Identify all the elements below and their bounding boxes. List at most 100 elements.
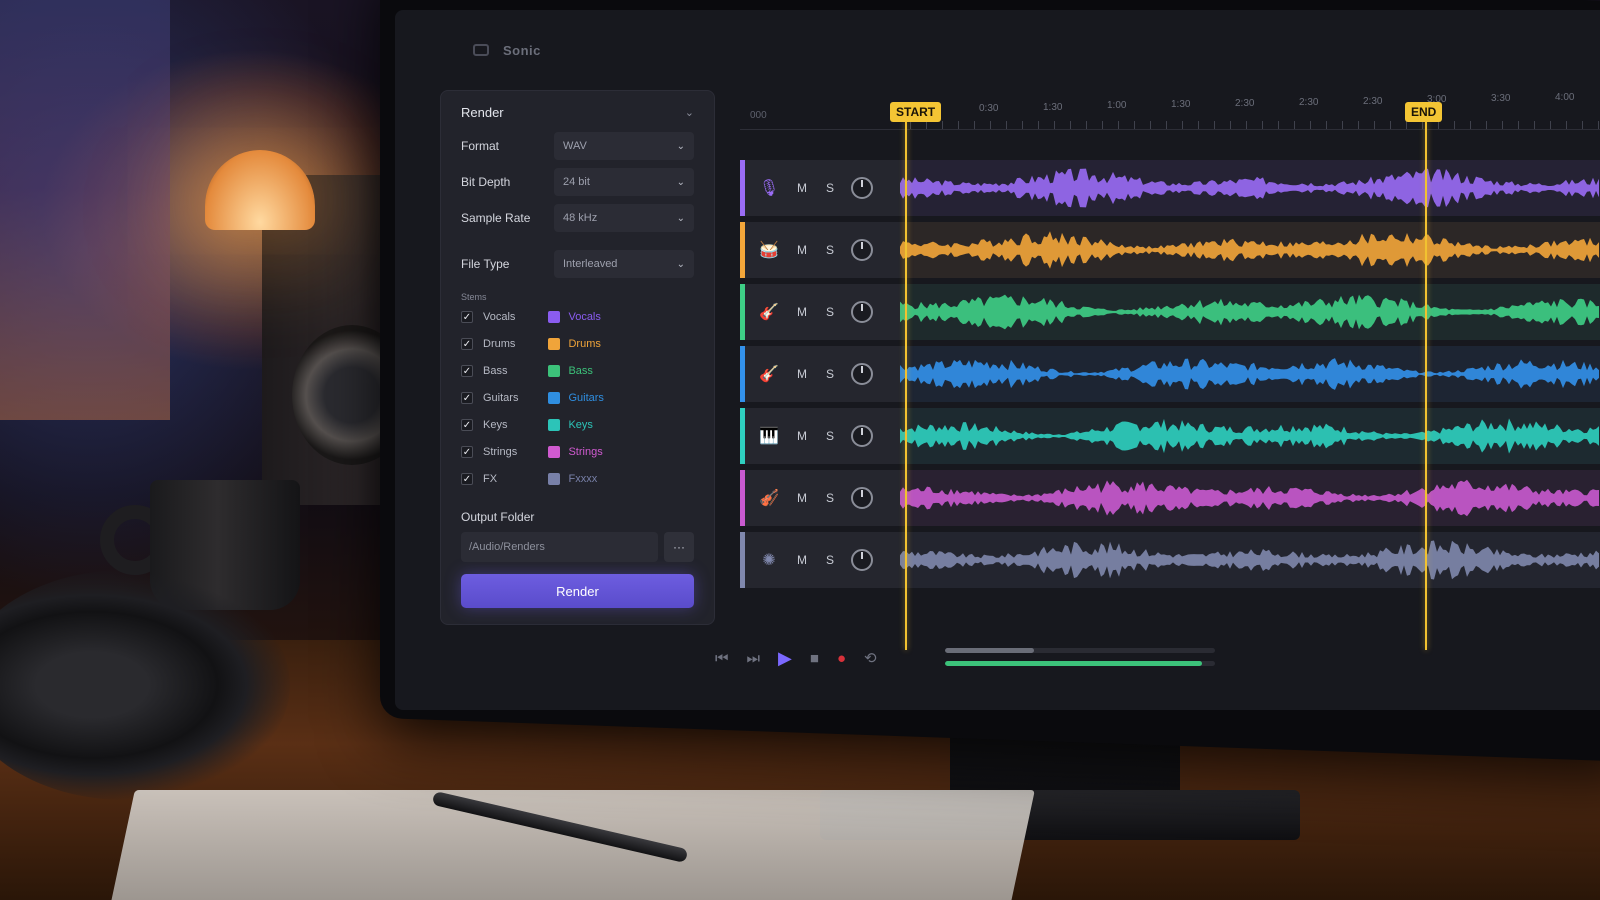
drum-icon: 🥁 [759,242,779,259]
field-row-bit-depth: Bit Depth 24 bit ⌄ [461,168,694,196]
color-swatch [548,392,561,404]
field-label: File Type [461,257,510,271]
stem-checkbox-strings[interactable]: ✓ Strings [461,443,518,461]
checkbox[interactable]: ✓ [461,365,473,377]
stem-color-bass: Bass [548,362,603,380]
pan-knob[interactable] [851,301,873,323]
track-lane[interactable] [900,408,1600,464]
ruler-tick-mark [1198,121,1199,129]
mute-button[interactable]: M [795,491,809,505]
pan-knob[interactable] [851,549,873,571]
waveform [900,408,1600,464]
checkbox[interactable]: ✓ [461,446,473,458]
color-swatch [548,473,561,485]
notebook [105,790,1035,900]
solo-button[interactable]: S [823,181,837,195]
chevron-down-icon: ⌄ [676,212,685,224]
ruler-tick-mark [1134,121,1135,129]
ruler-tick-mark [1566,121,1567,129]
pan-knob[interactable] [851,177,873,199]
mute-button[interactable]: M [795,429,809,443]
checkbox[interactable]: ✓ [461,338,473,350]
stem-checkbox-vocals[interactable]: ✓ Vocals [461,308,518,326]
stem-checkbox-drums[interactable]: ✓ Drums [461,335,518,353]
select-value: WAV [563,140,587,152]
ruler-tick-mark [1118,121,1119,129]
stem-checkbox-fx[interactable]: ✓ FX [461,470,518,488]
output-folder-input[interactable] [461,532,658,562]
track-header[interactable]: 🎻 M S [740,470,900,526]
end-marker-flag[interactable]: END [1405,102,1443,122]
level-meter [945,661,1215,666]
step-forward-icon[interactable]: ⏭ [747,650,761,667]
track-header[interactable]: ✺ M S [740,532,900,588]
render-button[interactable]: Render [461,574,694,608]
end-marker-line[interactable] [1425,120,1427,650]
track-lane[interactable] [900,284,1600,340]
stem-checkbox-guitars[interactable]: ✓ Guitars [461,389,518,407]
ruler-tick-mark [1038,121,1039,129]
mute-button[interactable]: M [795,367,809,381]
ruler-tick-mark [1598,121,1599,129]
track-header[interactable]: 🎙 M S [740,160,900,216]
mute-button[interactable]: M [795,553,809,567]
chevron-down-icon: ⌄ [676,258,685,270]
record-icon[interactable]: ● [837,650,846,667]
format-select[interactable]: WAV ⌄ [554,132,694,160]
track-header[interactable]: 🎸 M S [740,284,900,340]
track-lane[interactable] [900,346,1600,402]
time-ruler[interactable]: 000 0:000:301:301:001:302:302:302:303:00… [740,90,1600,130]
stem-checkbox-keys[interactable]: ✓ Keys [461,416,518,434]
solo-button[interactable]: S [823,553,837,567]
mute-button[interactable]: M [795,243,809,257]
start-marker-flag[interactable]: START [890,102,942,122]
ruler-tick-mark [1294,121,1295,129]
ruler-tick-label: 1:00 [1107,100,1127,112]
collapse-icon[interactable]: ⌄ [685,106,694,119]
browse-folder-button[interactable]: ··· [664,532,694,562]
ruler-tick-label: 1:30 [1043,101,1063,113]
mute-button[interactable]: M [795,181,809,195]
stop-icon[interactable]: ■ [810,650,819,667]
bit-depth-select[interactable]: 24 bit ⌄ [554,168,694,196]
track-header[interactable]: 🥁 M S [740,222,900,278]
track-lane[interactable] [900,532,1600,588]
ruler-tick-mark [1390,121,1391,129]
microphone-icon: 🎙 [758,180,780,197]
pan-knob[interactable] [851,425,873,447]
stems-list: ✓ Vocals ✓ Drums ✓ Bass ✓ Guitars ✓ Keys ✓ Strings ✓… [461,308,694,488]
stem-checkbox-bass[interactable]: ✓ Bass [461,362,518,380]
ruler-tick-label: 2:30 [1299,96,1319,108]
pan-knob[interactable] [851,239,873,261]
file-type-select[interactable]: Interleaved ⌄ [554,250,694,278]
solo-button[interactable]: S [823,429,837,443]
rewind-icon[interactable]: ⏮ [715,650,729,667]
track-lane[interactable] [900,470,1600,526]
ruler-tick-mark [1102,121,1103,129]
sample-rate-select[interactable]: 48 kHz ⌄ [554,204,694,232]
bass-guitar-icon: 🎸 [759,304,779,321]
start-marker-line[interactable] [905,120,907,650]
track-lane[interactable] [900,160,1600,216]
loop-icon[interactable]: ⟲ [864,649,877,667]
pan-knob[interactable] [851,487,873,509]
pan-knob[interactable] [851,363,873,385]
track-header[interactable]: 🎸 M S [740,346,900,402]
solo-button[interactable]: S [823,367,837,381]
checkbox[interactable]: ✓ [461,473,473,485]
render-panel-title: Render [461,105,504,120]
play-icon[interactable]: ▶ [778,648,792,669]
checkbox[interactable]: ✓ [461,392,473,404]
ruler-tick-mark [1406,121,1407,129]
checkbox[interactable]: ✓ [461,311,473,323]
track-header[interactable]: 🎹 M S [740,408,900,464]
solo-button[interactable]: S [823,305,837,319]
color-swatch [548,338,561,350]
track-lane[interactable] [900,222,1600,278]
mute-button[interactable]: M [795,305,809,319]
checkbox[interactable]: ✓ [461,419,473,431]
ruler-tick-mark [990,121,991,129]
solo-button[interactable]: S [823,491,837,505]
solo-button[interactable]: S [823,243,837,257]
ruler-tick-label: 4:00 [1555,92,1575,103]
